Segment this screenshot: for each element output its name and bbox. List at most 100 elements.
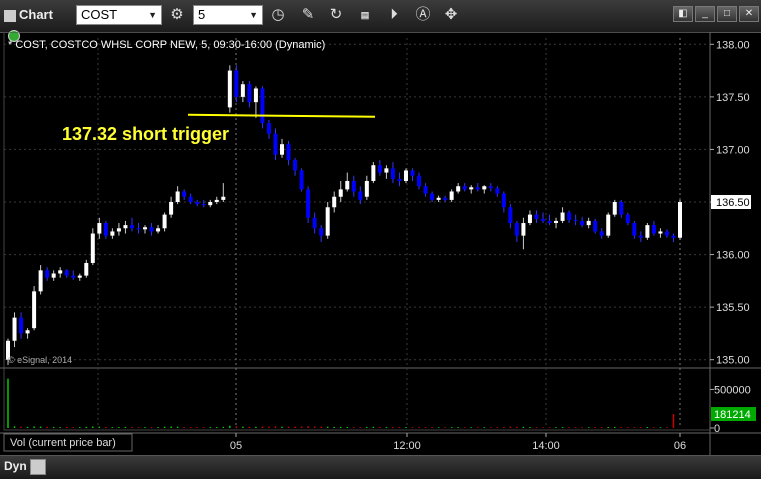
- candle-body: [606, 214, 611, 236]
- candle-body: [77, 275, 82, 278]
- volume-label-box: Vol (current price bar): [3, 433, 133, 452]
- candle-body: [195, 202, 200, 205]
- candle-body: [51, 273, 56, 278]
- axes: 138.00 137.50 137.00 136.50 136.00 135.50 135.…: [84, 39, 756, 452]
- candle-body: [110, 231, 115, 236]
- candle-body: [417, 175, 422, 187]
- candle-body: [175, 191, 180, 202]
- candle-body: [469, 187, 474, 190]
- candle-body: [38, 270, 43, 292]
- window-controls: ◧ _ □ ✕: [671, 3, 759, 22]
- candle-body: [136, 228, 141, 230]
- volume-pane-label: Vol (current price bar): [10, 437, 116, 449]
- candle-body: [593, 220, 598, 232]
- price-tick-label: 135.50: [716, 302, 750, 314]
- play-icon[interactable]: ⏵: [383, 5, 405, 25]
- candle-body: [19, 317, 24, 334]
- chevron-down-icon[interactable]: ▼: [148, 6, 157, 24]
- time-tick-label: 05: [230, 440, 242, 452]
- candle-body: [554, 220, 559, 224]
- chevron-down-icon[interactable]: ▼: [249, 6, 258, 24]
- candle-body: [430, 193, 435, 200]
- candle-body: [586, 220, 591, 226]
- volume-tick-label: 0: [714, 423, 720, 435]
- candle-body: [678, 202, 682, 238]
- candle-body: [338, 189, 343, 197]
- dyn-toggle-icon[interactable]: [30, 459, 46, 475]
- candle-body: [410, 170, 415, 176]
- candle-body: [625, 214, 630, 224]
- candle-body: [234, 70, 239, 97]
- candle-body: [632, 223, 637, 236]
- candle-body: [208, 202, 213, 206]
- pencil-icon[interactable]: ✎: [297, 5, 319, 25]
- price-tick-label: 136.00: [716, 250, 750, 262]
- gear-icon[interactable]: ⚙: [166, 5, 188, 25]
- candle-body: [397, 178, 402, 181]
- candle-body: [456, 186, 461, 192]
- symbol-input[interactable]: COST ▼: [76, 5, 162, 25]
- price-tick-label: 137.00: [716, 144, 750, 156]
- trigger-annotation: 137.32 short trigger: [62, 124, 229, 144]
- candle-body: [645, 225, 650, 238]
- candle-body: [312, 217, 317, 229]
- clock-icon[interactable]: ◷: [267, 5, 289, 25]
- candle-body: [436, 197, 441, 200]
- candle-body: [403, 170, 408, 181]
- candle-body: [64, 270, 69, 276]
- candle-body: [306, 189, 311, 218]
- trigger-line[interactable]: [187, 113, 376, 118]
- link-icon[interactable]: ✥: [440, 5, 462, 25]
- candle-body: [612, 202, 617, 215]
- candle-body: [527, 214, 532, 224]
- candle-body: [599, 231, 604, 236]
- candle-body: [332, 196, 337, 208]
- chart-frame: [3, 32, 711, 431]
- close-icon[interactable]: ✕: [739, 6, 759, 22]
- chart-title-button[interactable]: Chart: [4, 5, 60, 42]
- candle-body: [188, 196, 193, 202]
- copyright-label: © eSignal, 2014: [8, 355, 72, 365]
- candle-body: [567, 212, 572, 220]
- candle-body: [103, 223, 108, 236]
- symbol-value: COST: [81, 7, 118, 22]
- candle-body: [45, 270, 50, 278]
- volume-tick-label: 500000: [714, 384, 751, 396]
- candle-body: [182, 191, 187, 197]
- candle-body: [201, 204, 206, 206]
- candle-body: [12, 317, 17, 341]
- candle-body: [573, 219, 578, 221]
- candle-body: [482, 186, 487, 190]
- candle-body: [540, 218, 545, 221]
- candle-body: [129, 225, 134, 229]
- candle-body: [90, 233, 95, 263]
- candle-body: [221, 196, 226, 200]
- interval-input[interactable]: 5 ▼: [193, 5, 263, 25]
- candle-body: [651, 225, 656, 234]
- restore-icon[interactable]: ◧: [673, 6, 693, 22]
- candle-body: [280, 144, 285, 155]
- chart-label: Chart: [19, 7, 53, 22]
- candle-body: [443, 197, 448, 200]
- candle-body: [214, 199, 219, 202]
- chart-icon: [4, 9, 16, 22]
- candle-body: [71, 275, 76, 278]
- candle-body: [123, 225, 128, 229]
- price-chart[interactable]: 138.00 137.50 137.00 136.50 136.00 135.50 135.…: [0, 32, 761, 455]
- minimize-icon[interactable]: _: [695, 6, 715, 22]
- candle-body: [580, 220, 585, 226]
- candle-body: [377, 165, 382, 173]
- cursor-icon[interactable]: ↻: [325, 5, 347, 25]
- candle-body: [156, 228, 161, 232]
- time-tick-label: 06: [674, 440, 686, 452]
- candle-body: [619, 202, 624, 215]
- candle-body: [638, 235, 643, 238]
- a-icon[interactable]: Ⓐ: [412, 5, 434, 25]
- candle-body: [384, 168, 389, 173]
- gcc-icon[interactable]: ▤: [354, 5, 376, 25]
- candle-body: [475, 187, 480, 190]
- maximize-icon[interactable]: □: [717, 6, 737, 22]
- candle-body: [364, 180, 369, 197]
- candle-body: [390, 168, 395, 179]
- candle-body: [253, 88, 258, 103]
